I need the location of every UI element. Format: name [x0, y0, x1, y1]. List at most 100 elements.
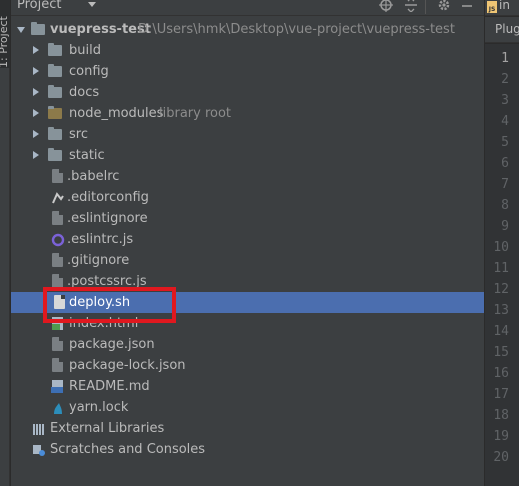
settings-gear-icon[interactable]	[436, 0, 452, 14]
line-number: 4	[501, 114, 509, 129]
line-number: 11	[493, 261, 509, 276]
project-tool-window: Project vuepress-test D:\Users\hmk\Deskt…	[11, 0, 484, 486]
ignore-file-icon	[52, 211, 63, 225]
file-label: README.md	[69, 379, 150, 394]
line-number: 12	[493, 282, 509, 297]
tree-file-eslintignore[interactable]: .eslintignore	[11, 208, 484, 229]
project-tool-tab[interactable]: 1: Project	[0, 0, 10, 68]
line-number: 15	[493, 345, 509, 360]
ignore-file-icon	[52, 253, 63, 267]
target-icon[interactable]	[378, 0, 394, 14]
tree-file-babelrc[interactable]: .babelrc	[11, 166, 484, 187]
hide-minus-icon[interactable]	[459, 0, 475, 14]
editor-breadcrumb-bar: Plug	[485, 17, 519, 43]
folder-label: static	[69, 148, 105, 163]
folder-label: node_modules	[69, 106, 164, 121]
eslint-icon	[51, 232, 65, 247]
collapsed-arrow-icon[interactable]	[33, 109, 39, 117]
root-name: vuepress-test	[50, 22, 151, 37]
file-label: .gitignore	[67, 253, 130, 268]
line-number: 8	[501, 198, 509, 213]
line-number: 7	[501, 177, 509, 192]
line-number: 6	[501, 156, 509, 171]
folder-label: src	[69, 127, 88, 142]
tree-folder-docs[interactable]: docs	[11, 82, 484, 103]
node-label: Scratches and Consoles	[50, 442, 206, 457]
tree-folder-build[interactable]: build	[11, 40, 484, 61]
root-path: D:\Users\hmk\Desktop\vue-project\vuepres…	[138, 22, 455, 37]
line-number: 10	[493, 240, 509, 255]
tree-file-package-json[interactable]: package.json	[11, 334, 484, 355]
file-label: package.json	[69, 337, 155, 352]
collapse-expand-icon[interactable]	[403, 0, 419, 14]
editor-breadcrumb[interactable]: Plug	[495, 22, 519, 36]
folder-icon	[48, 127, 62, 140]
json-file-icon	[52, 337, 63, 351]
library-folder-icon	[48, 106, 62, 119]
file-label: .eslintignore	[67, 211, 148, 226]
collapsed-arrow-icon[interactable]	[33, 151, 39, 159]
library-icon	[32, 421, 46, 436]
line-number: 5	[501, 135, 509, 150]
node-label: External Libraries	[50, 421, 165, 436]
collapsed-arrow-icon[interactable]	[33, 88, 39, 96]
folder-label: config	[69, 64, 109, 79]
markdown-file-icon	[51, 379, 65, 394]
tree-file-gitignore[interactable]: .gitignore	[11, 250, 484, 271]
editorconfig-icon	[51, 190, 65, 205]
tree-file-editorconfig[interactable]: .editorconfig	[11, 187, 484, 208]
file-label: .editorconfig	[67, 190, 149, 205]
collapsed-arrow-icon[interactable]	[33, 46, 39, 54]
scratches-icon	[32, 442, 46, 457]
line-number: 1	[501, 51, 509, 66]
folder-icon	[48, 43, 62, 56]
expand-arrow-icon[interactable]	[17, 27, 25, 33]
folder-label: build	[69, 43, 101, 58]
file-label: .babelrc	[67, 169, 120, 184]
tree-external-libraries[interactable]: External Libraries	[11, 418, 484, 439]
folder-hint: library root	[159, 106, 232, 121]
panel-header: Project	[11, 0, 484, 16]
line-number: 2	[501, 72, 509, 87]
collapsed-arrow-icon[interactable]	[33, 67, 39, 75]
tree-scratches-consoles[interactable]: Scratches and Consoles	[11, 439, 484, 460]
line-number: 18	[493, 408, 509, 423]
annotation-highlight-box	[43, 287, 176, 323]
folder-icon	[48, 148, 62, 161]
config-file-icon	[52, 169, 63, 183]
line-number: 3	[501, 93, 509, 108]
line-number: 20	[493, 450, 509, 465]
header-separator	[425, 0, 426, 14]
tree-folder-config[interactable]: config	[11, 61, 484, 82]
line-number: 19	[493, 429, 509, 444]
line-number: 9	[501, 219, 509, 234]
yarn-icon	[51, 400, 65, 415]
tree-file-eslintrc[interactable]: .eslintrc.js	[11, 229, 484, 250]
folder-icon	[31, 22, 45, 35]
js-file-icon: JS	[487, 1, 497, 13]
editor-gutter: 1 2 3 4 5 6 7 8 9 10 11 12 13 14 15 16 17 18 19 20	[485, 44, 519, 486]
tree-file-readme[interactable]: README.md	[11, 376, 484, 397]
tree-root-row[interactable]: vuepress-test D:\Users\hmk\Desktop\vue-p…	[11, 19, 484, 40]
js-config-icon	[52, 274, 63, 288]
tree-folder-src[interactable]: src	[11, 124, 484, 145]
line-number: 14	[493, 324, 509, 339]
folder-label: docs	[69, 85, 100, 100]
line-number: 13	[493, 303, 509, 318]
view-dropdown-icon[interactable]	[88, 2, 96, 7]
json-file-icon	[52, 358, 63, 372]
tree-file-package-lock-json[interactable]: package-lock.json	[11, 355, 484, 376]
tree-folder-node-modules[interactable]: node_modules library root	[11, 103, 484, 124]
folder-icon	[48, 85, 62, 98]
editor-tab-bar: JS in	[485, 0, 519, 16]
collapsed-arrow-icon[interactable]	[33, 130, 39, 138]
panel-title[interactable]: Project	[17, 0, 61, 12]
tree-file-yarn-lock[interactable]: yarn.lock	[11, 397, 484, 418]
file-label: package-lock.json	[69, 358, 186, 373]
file-label: .eslintrc.js	[67, 232, 134, 247]
editor-tab-label[interactable]: in	[499, 0, 510, 12]
file-label: yarn.lock	[69, 400, 129, 415]
folder-icon	[48, 64, 62, 77]
line-number: 16	[493, 366, 509, 381]
tree-folder-static[interactable]: static	[11, 145, 484, 166]
